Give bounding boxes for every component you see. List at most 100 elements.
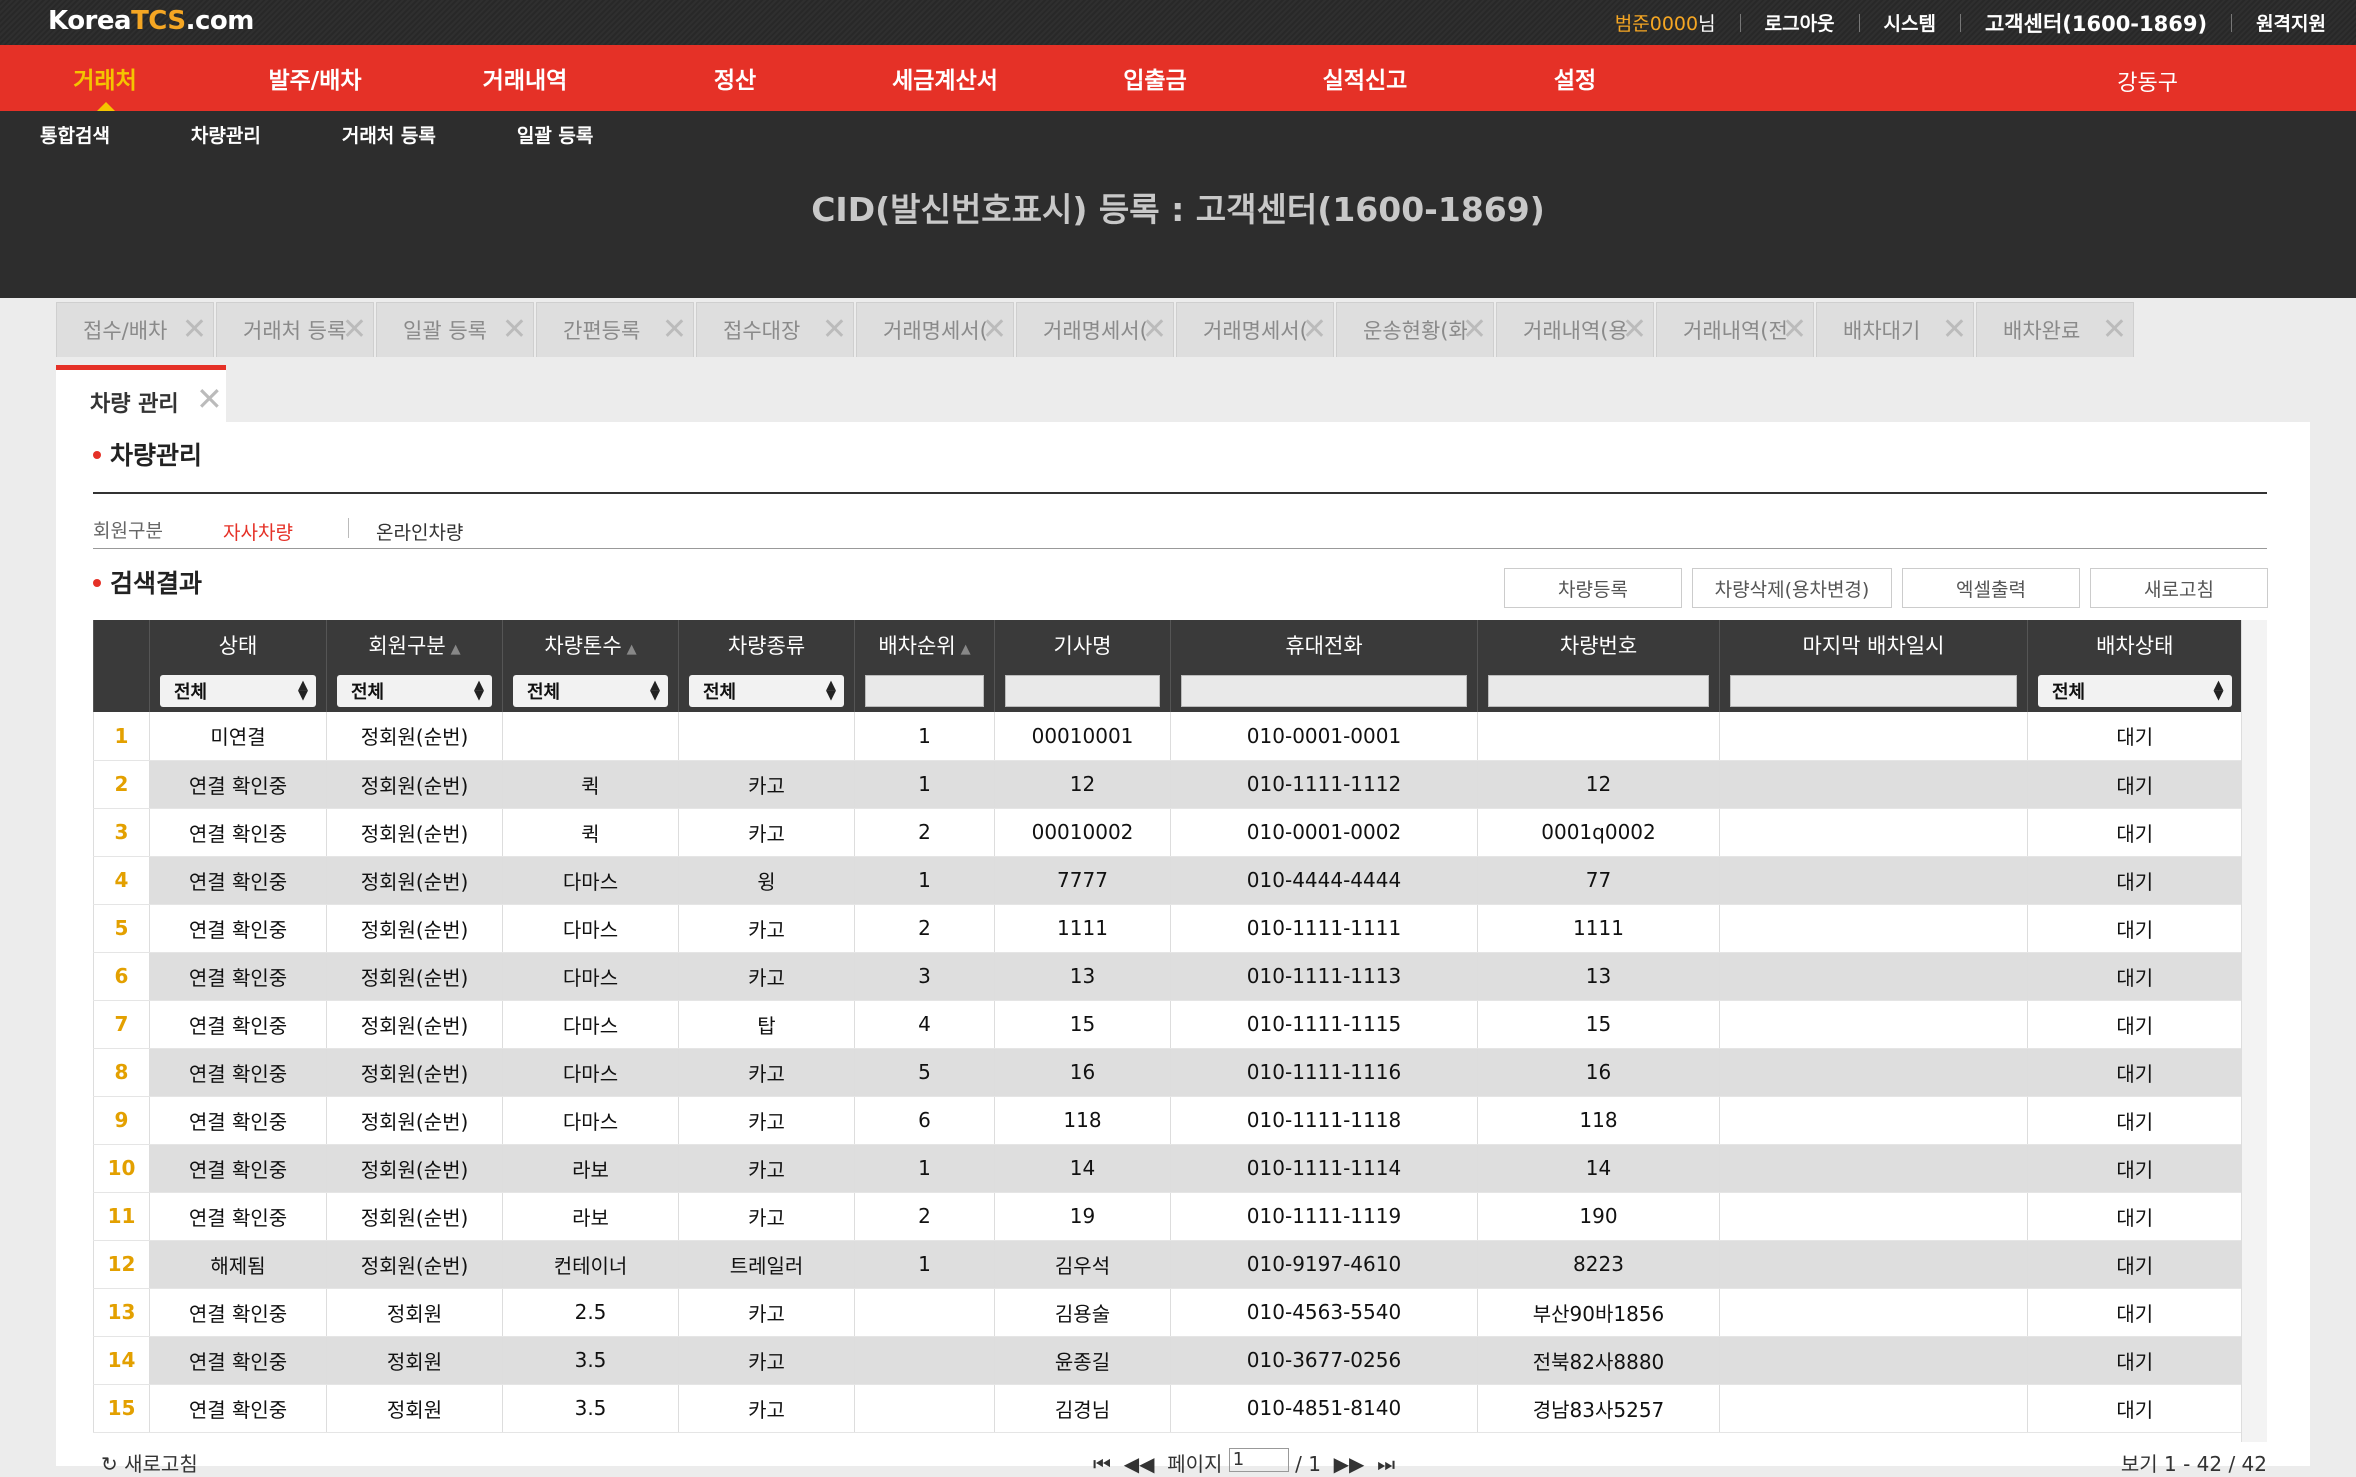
tab-6[interactable]: 거래명세서(⋯✕ — [1016, 302, 1174, 357]
tab-7[interactable]: 거래명세서(⋯✕ — [1176, 302, 1334, 357]
table-row[interactable]: 3 연결 확인중 정회원(순번) 퀵 카고 2 00010002 010-0001-0002 0… — [93, 808, 2242, 857]
close-icon[interactable]: ✕ — [822, 315, 847, 345]
tab-8[interactable]: 운송현황(화주✕ — [1336, 302, 1494, 357]
table-row[interactable]: 14 연결 확인중 정회원 3.5 카고 윤종길 010-3677-0256 전북82사888… — [93, 1336, 2242, 1385]
filter-input-8[interactable] — [1730, 675, 2017, 707]
table-row[interactable]: 10 연결 확인중 정회원(순번) 라보 카고 1 14 010-1111-1114 14 대기 — [93, 1144, 2242, 1193]
table-row[interactable]: 4 연결 확인중 정회원(순번) 다마스 윙 1 7777 010-4444-4444 77 대기 — [93, 856, 2242, 905]
tab-4[interactable]: 접수대장 ✕ — [696, 302, 854, 357]
table-row[interactable]: 13 연결 확인중 정회원 2.5 카고 김용술 010-4563-5540 부산90바185… — [93, 1288, 2242, 1337]
close-icon[interactable]: ✕ — [1142, 315, 1167, 345]
close-icon[interactable]: ✕ — [1942, 315, 1967, 345]
table-row[interactable]: 7 연결 확인중 정회원(순번) 다마스 탑 4 15 010-1111-1115 15 대기 — [93, 1000, 2242, 1049]
filter-input-7[interactable] — [1488, 675, 1709, 707]
filter-input-5[interactable] — [1005, 675, 1160, 707]
refresh-button[interactable]: 새로고침 — [2090, 568, 2268, 608]
sub-nav-item-2[interactable]: 거래처 등록 — [342, 121, 436, 148]
tab-5[interactable]: 거래명세서(⋯✕ — [856, 302, 1014, 357]
close-icon[interactable]: ✕ — [662, 315, 687, 345]
table-row[interactable]: 9 연결 확인중 정회원(순번) 다마스 카고 6 118 010-1111-1118 118 대… — [93, 1096, 2242, 1145]
tab-vehicle-management[interactable]: 차량 관리 ✕ — [56, 365, 226, 422]
main-nav-item-5[interactable]: 입출금 — [1050, 45, 1260, 111]
table-row[interactable]: 8 연결 확인중 정회원(순번) 다마스 카고 5 16 010-1111-1116 16 대기 — [93, 1048, 2242, 1097]
system-link[interactable]: 시스템 — [1884, 9, 1936, 36]
sub-nav-item-1[interactable]: 차량관리 — [191, 121, 261, 148]
sub-nav-item-3[interactable]: 일괄 등록 — [517, 121, 594, 148]
close-icon[interactable]: ✕ — [1462, 315, 1487, 345]
close-icon[interactable]: ✕ — [1782, 315, 1807, 345]
close-icon[interactable]: ✕ — [182, 315, 207, 345]
pager-refresh[interactable]: ↻ 새로고침 — [101, 1448, 198, 1477]
main-nav-item-4[interactable]: 세금계산서 — [840, 45, 1050, 111]
tab-1[interactable]: 거래처 등록 ✕ — [216, 302, 374, 357]
member-option-own[interactable]: 자사차량 — [223, 518, 293, 545]
column-header-9[interactable]: 배차상태 — [2027, 620, 2242, 670]
column-header-3[interactable]: 차량종류 — [678, 620, 855, 670]
table-row[interactable]: 15 연결 확인중 정회원 3.5 카고 김경님 010-4851-8140 경남83사525… — [93, 1384, 2242, 1433]
main-nav-item-3[interactable]: 정산 — [630, 45, 840, 111]
filter-select-0[interactable]: 전체 ▲ ▼ — [160, 675, 316, 707]
filter-select-2[interactable]: 전체 ▲ ▼ — [513, 675, 668, 707]
register-vehicle-button[interactable]: 차량등록 — [1504, 568, 1682, 608]
tab-12[interactable]: 배차완료 ✕ — [1976, 302, 2134, 357]
table-cell: 8223 — [1477, 1240, 1720, 1289]
page-input[interactable]: 1 — [1228, 1448, 1289, 1472]
last-page-icon[interactable]: ⏭ — [1377, 1452, 1395, 1476]
tab-11[interactable]: 배차대기 ✕ — [1816, 302, 1974, 357]
tab-3[interactable]: 간편등록 ✕ — [536, 302, 694, 357]
column-header-1[interactable]: 회원구분 ▲ — [326, 620, 503, 670]
table-row[interactable]: 6 연결 확인중 정회원(순번) 다마스 카고 3 13 010-1111-1113 13 대기 — [93, 952, 2242, 1001]
tab-2[interactable]: 일괄 등록 ✕ — [376, 302, 534, 357]
table-cell: 2 — [854, 1192, 995, 1241]
column-header-6[interactable]: 휴대전화 — [1170, 620, 1478, 670]
remote-support-link[interactable]: 원격지원 — [2256, 9, 2326, 36]
column-header-2[interactable]: 차량톤수 ▲ — [502, 620, 679, 670]
close-icon[interactable]: ✕ — [982, 315, 1007, 345]
scrollbar[interactable] — [2241, 620, 2267, 1442]
filter-input-4[interactable] — [865, 675, 984, 707]
column-header-5[interactable]: 기사명 — [994, 620, 1171, 670]
close-icon[interactable]: ✕ — [2102, 315, 2127, 345]
tab-9[interactable]: 거래내역(용차✕ — [1496, 302, 1654, 357]
sort-icon[interactable]: ▲ — [451, 642, 461, 657]
customer-center-link[interactable]: 고객센터(1600-1869) — [1985, 8, 2207, 38]
column-header-7[interactable]: 차량번호 — [1477, 620, 1720, 670]
table-row[interactable]: 11 연결 확인중 정회원(순번) 라보 카고 2 19 010-1111-1119 190 대기 — [93, 1192, 2242, 1241]
excel-export-button[interactable]: 엑셀출력 — [1902, 568, 2080, 608]
region-label[interactable]: 강동구 — [2117, 65, 2178, 97]
tab-10[interactable]: 거래내역(전체✕ — [1656, 302, 1814, 357]
filter-select-1[interactable]: 전체 ▲ ▼ — [337, 675, 492, 707]
main-nav-item-0[interactable]: 거래처 — [0, 45, 210, 111]
close-icon[interactable]: ✕ — [502, 315, 527, 345]
filter-input-6[interactable] — [1181, 675, 1467, 707]
delete-vehicle-button[interactable]: 차량삭제(용차변경) — [1692, 568, 1892, 608]
filter-select-9[interactable]: 전체 ▲ ▼ — [2038, 675, 2232, 707]
sort-icon[interactable]: ▲ — [961, 642, 971, 657]
table-row[interactable]: 2 연결 확인중 정회원(순번) 퀵 카고 1 12 010-1111-1112 12 대기 — [93, 760, 2242, 809]
main-nav-item-6[interactable]: 실적신고 — [1260, 45, 1470, 111]
table-cell: 정회원(순번) — [326, 1000, 503, 1049]
tab-0[interactable]: 접수/배차 ✕ — [56, 302, 214, 357]
sort-icon[interactable]: ▲ — [627, 642, 637, 657]
close-icon[interactable]: ✕ — [342, 315, 367, 345]
close-icon[interactable]: ✕ — [1302, 315, 1327, 345]
logout-link[interactable]: 로그아웃 — [1765, 9, 1835, 36]
close-icon[interactable]: ✕ — [1622, 315, 1647, 345]
prev-page-icon[interactable]: ◀◀ — [1124, 1452, 1155, 1476]
first-page-icon[interactable]: ⏮ — [1093, 1452, 1111, 1476]
table-row[interactable]: 5 연결 확인중 정회원(순번) 다마스 카고 2 1111 010-1111-1111 111… — [93, 904, 2242, 953]
member-option-online[interactable]: 온라인차량 — [376, 518, 463, 545]
main-nav-item-2[interactable]: 거래내역 — [420, 45, 630, 111]
close-icon[interactable]: ✕ — [196, 380, 223, 418]
sub-nav-item-0[interactable]: 통합검색 — [40, 121, 110, 148]
filter-select-3[interactable]: 전체 ▲ ▼ — [689, 675, 844, 707]
column-header-8[interactable]: 마지막 배차일시 — [1719, 620, 2028, 670]
table-row[interactable]: 12 해제됨 정회원(순번) 컨테이너 트레일러 1 김우석 010-9197-4610 822… — [93, 1240, 2242, 1289]
main-nav-item-1[interactable]: 발주/배차 — [210, 45, 420, 111]
main-nav-item-7[interactable]: 설정 — [1470, 45, 1680, 111]
column-header-4[interactable]: 배차순위 ▲ — [854, 620, 995, 670]
logo[interactable]: KoreaTCS.com — [48, 6, 254, 36]
table-row[interactable]: 1 미연결 정회원(순번) 1 00010001 010-0001-0001 대기 — [93, 712, 2242, 761]
next-page-icon[interactable]: ▶▶ — [1334, 1452, 1365, 1476]
column-header-0[interactable]: 상태 — [149, 620, 327, 670]
